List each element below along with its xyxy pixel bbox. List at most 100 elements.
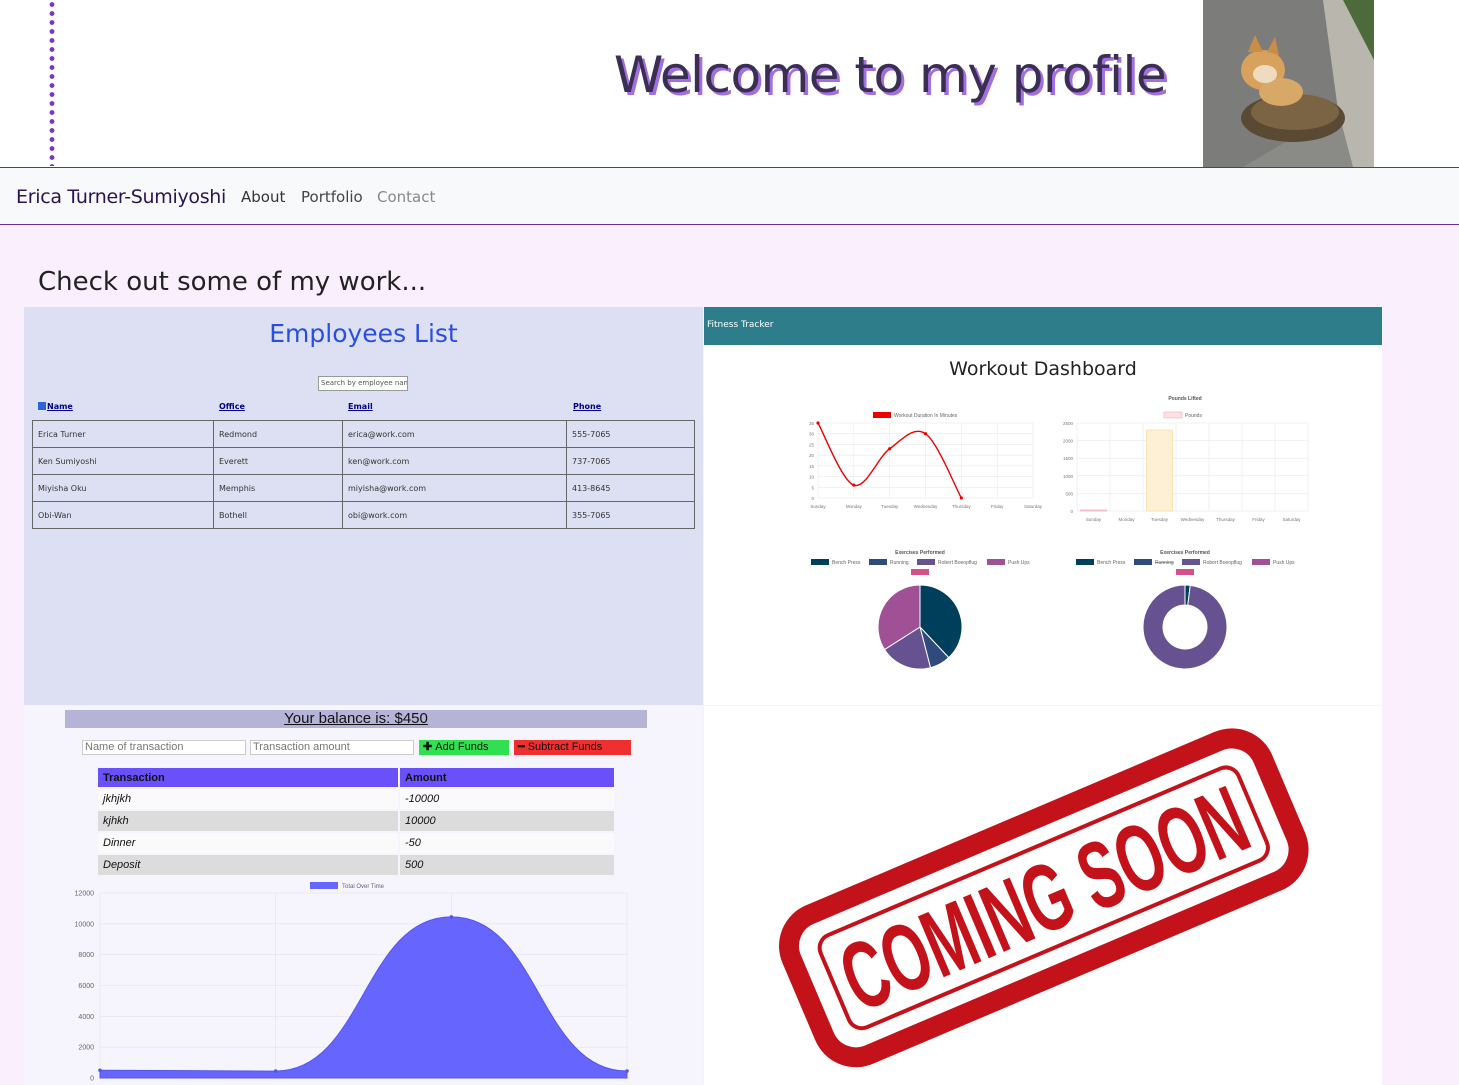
cell-name: Ken Sumiyoshi (32, 447, 214, 475)
cell-transaction: kjhkh (98, 811, 398, 831)
chart-title: Exercises Performed (895, 550, 945, 556)
x-tick-label: Thursday (952, 504, 972, 509)
legend-label: Bench Press (1097, 560, 1126, 566)
legend-label: Running (1155, 560, 1174, 566)
chart-legend: Bench Press Running Robert Boeopflug Push U… (1076, 559, 1295, 575)
nav-portfolio-link[interactable]: Portfolio (301, 188, 363, 206)
legend-swatch (811, 559, 829, 565)
cell-office: Redmond (213, 420, 343, 448)
sort-icon (38, 402, 46, 410)
cell-email: ken@work.com (342, 447, 567, 475)
table-row: Miyisha Oku Memphis miyisha@work.com 413… (32, 474, 695, 502)
employees-title: Employees List (269, 319, 458, 348)
pounds-lifted-chart: Pounds Lifted Pounds 0 500 1000 1500 2000 250… (1063, 396, 1309, 522)
transaction-amount-input[interactable]: Transaction amount (250, 740, 414, 755)
y-tick-label: 35 (809, 421, 815, 426)
chart-title: Pounds Lifted (1168, 396, 1201, 402)
chart-series (98, 915, 629, 1079)
chart-series (1142, 584, 1228, 670)
legend-label: Workout Duration In Minutes (894, 413, 958, 419)
y-tick-label: 25 (809, 442, 815, 447)
minus-icon: ━ (518, 741, 528, 753)
cell-office: Everett (213, 447, 343, 475)
data-point (923, 432, 928, 436)
area-fill (99, 916, 628, 1079)
chart-legend: Bench Press Running Robert Boeopflug Push U… (811, 559, 1030, 575)
navbar: Erica Turner-Sumiyoshi About Portfolio C… (0, 168, 1459, 225)
legend-swatch (1252, 559, 1270, 565)
table-row: Erica Turner Redmond erica@work.com 555-… (32, 420, 695, 448)
cell-amount: 10000 (400, 811, 614, 831)
dotted-divider (49, 0, 55, 166)
fitness-app-bar: Fitness Tracker (704, 307, 1382, 345)
nav-about-link[interactable]: About (241, 188, 285, 206)
data-point (959, 496, 963, 500)
nav-contact-link[interactable]: Contact (377, 188, 435, 206)
legend-label: Total Over Time (342, 884, 385, 890)
y-tick-label: 500 (1065, 491, 1073, 496)
bar (1079, 509, 1107, 512)
cell-email: miyisha@work.com (342, 474, 567, 502)
workout-duration-chart: Workout Duration In Minutes 0 5 10 15 20 25 30… (809, 412, 1043, 509)
legend-swatch (917, 559, 935, 565)
total-over-time-chart: Total Over Time 0 2000 4000 6000 8000 10000 12… (75, 882, 629, 1083)
data-point (816, 421, 820, 425)
y-tick-label: 0 (1070, 509, 1073, 514)
portfolio-heading: Check out some of my work... (38, 267, 427, 297)
cell-email: obi@work.com (342, 501, 567, 529)
cell-office: Bothell (213, 501, 343, 529)
data-point (273, 1069, 278, 1073)
transaction-name-input[interactable]: Name of transaction (82, 740, 246, 755)
x-tick-label: Monday (846, 504, 863, 509)
employees-list-project[interactable]: Employees List Search by employee name N… (24, 307, 703, 705)
legend-label: Bench Press (832, 560, 861, 566)
column-header-amount: Amount (400, 768, 614, 787)
data-point (625, 1069, 629, 1073)
y-tick-label: 2000 (78, 1045, 94, 1052)
exercises-pie-chart: Exercises Performed Bench Press Running Ro… (811, 550, 1030, 670)
x-tick-label: Wednesday (914, 504, 938, 509)
column-header-transaction: Transaction (98, 768, 398, 787)
y-tick-label: 4000 (78, 1014, 94, 1021)
bar (1145, 429, 1173, 512)
employee-search-input[interactable]: Search by employee name (318, 376, 408, 391)
data-point (852, 483, 856, 487)
y-tick-label: 6000 (78, 983, 94, 990)
cell-email: erica@work.com (342, 420, 567, 448)
navbar-brand[interactable]: Erica Turner-Sumiyoshi (16, 186, 226, 208)
coming-soon-project: COMING SOON (704, 706, 1382, 1085)
y-tick-label: 0 (811, 496, 814, 501)
transactions-table: Transaction Amount jkhjkh -10000 kjhkh 100… (96, 766, 616, 877)
legend-swatch (1182, 559, 1200, 565)
column-header-email[interactable]: Email (348, 402, 373, 411)
legend-label: Robert Boeopflug (1203, 560, 1242, 566)
y-tick-label: 20 (809, 453, 815, 458)
cell-phone: 413-8645 (566, 474, 695, 502)
cell-amount: -10000 (400, 789, 614, 809)
cell-transaction: Dinner (98, 833, 398, 853)
y-tick-label: 1500 (1063, 456, 1074, 461)
legend-swatch (987, 559, 1005, 565)
column-header-office[interactable]: Office (219, 402, 245, 411)
data-point (449, 915, 454, 919)
add-funds-button[interactable]: ✚ Add Funds (419, 740, 509, 755)
column-header-phone[interactable]: Phone (573, 402, 601, 411)
legend-swatch (869, 559, 887, 565)
legend-label: Running (890, 560, 909, 566)
cell-amount: -50 (400, 833, 614, 853)
table-row: Obi-Wan Bothell obi@work.com 355-7065 (32, 501, 695, 529)
subtract-funds-button[interactable]: ━ Subtract Funds (514, 740, 631, 755)
column-header-name[interactable]: Name (38, 402, 73, 411)
chart-grid: 0 500 1000 1500 2000 2500 Sunday Monday Tuesday W… (1063, 421, 1309, 522)
cell-name: Miyisha Oku (32, 474, 214, 502)
profile-photo (1203, 0, 1374, 167)
legend-swatch (911, 569, 929, 575)
y-tick-label: 2500 (1063, 421, 1074, 426)
cell-amount: 500 (400, 855, 614, 875)
chart-series (1079, 429, 1173, 512)
y-tick-label: 1000 (1063, 474, 1074, 479)
budget-tracker-project[interactable]: Your balance is: $450 Name of transactio… (24, 706, 703, 1085)
x-tick-label: Sunday (1086, 517, 1102, 522)
fitness-tracker-project[interactable]: Fitness Tracker Workout Dashboard Workou… (704, 307, 1382, 705)
legend-swatch (873, 412, 891, 418)
